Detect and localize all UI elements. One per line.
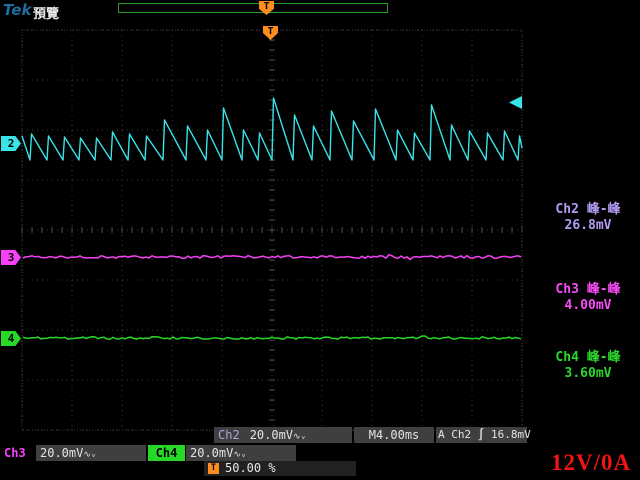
measurement-title-ch2: Ch2 峰-峰	[538, 202, 638, 218]
ch3-scale-label: Ch3	[4, 446, 26, 460]
psu-overlay-text: 12V/0A	[551, 450, 631, 476]
trigger-mode: A	[438, 428, 445, 441]
ch2-coupling-icon: ∿ᵥ	[293, 432, 306, 442]
ch2-scale-label: Ch2	[218, 428, 240, 442]
timebase-readout: M4.00ms	[354, 427, 434, 443]
ch4-scale-readout: 20.0mV∿ᵥ	[186, 445, 296, 461]
trigger-icon: T	[208, 463, 219, 474]
trigger-source: Ch2	[451, 428, 471, 441]
tek-logo: Tek	[3, 1, 31, 19]
trigger-readout: A Ch2 ∫ 16.8mV	[436, 427, 527, 443]
rising-edge-icon: ∫	[478, 428, 485, 441]
waveform-display	[0, 0, 640, 480]
measurement-title-ch4: Ch4 峰-峰	[538, 350, 638, 366]
ch3-scale-readout: 20.0mV∿ᵥ	[36, 445, 146, 461]
trigger-level-value: 16.8mV	[491, 428, 531, 441]
acquisition-mode-label: 預覽	[33, 3, 59, 22]
measurement-value-ch3: 4.00mV	[538, 298, 638, 314]
measurement-block-ch4: Ch4 峰-峰3.60mV	[538, 350, 638, 382]
ch4-scale-label[interactable]: Ch4	[148, 445, 185, 461]
measurement-value-ch2: 26.8mV	[538, 218, 638, 234]
measurement-title-ch3: Ch3 峰-峰	[538, 282, 638, 298]
trigger-position-readout: T 50.00 %	[204, 461, 356, 476]
measurement-block-ch2: Ch2 峰-峰26.8mV	[538, 202, 638, 234]
ch2-scale-readout: Ch2 20.0mV∿ᵥ	[214, 427, 352, 443]
trigger-position-value: 50.00 %	[225, 461, 276, 475]
ch3-coupling-icon: ∿ᵥ	[83, 450, 96, 460]
record-view-bar	[118, 3, 388, 13]
measurement-value-ch4: 3.60mV	[538, 366, 638, 382]
ch2-scale-value: 20.0mV	[250, 428, 293, 442]
ch3-scale-value: 20.0mV	[40, 446, 83, 460]
oscilloscope-screen: Tek 預覽 T T 234 Ch2 峰-峰26.8mVCh3 峰-峰4.00m…	[0, 0, 640, 480]
measurement-block-ch3: Ch3 峰-峰4.00mV	[538, 282, 638, 314]
ch4-scale-value: 20.0mV	[190, 446, 233, 460]
ch4-coupling-icon: ∿ᵥ	[233, 450, 246, 460]
